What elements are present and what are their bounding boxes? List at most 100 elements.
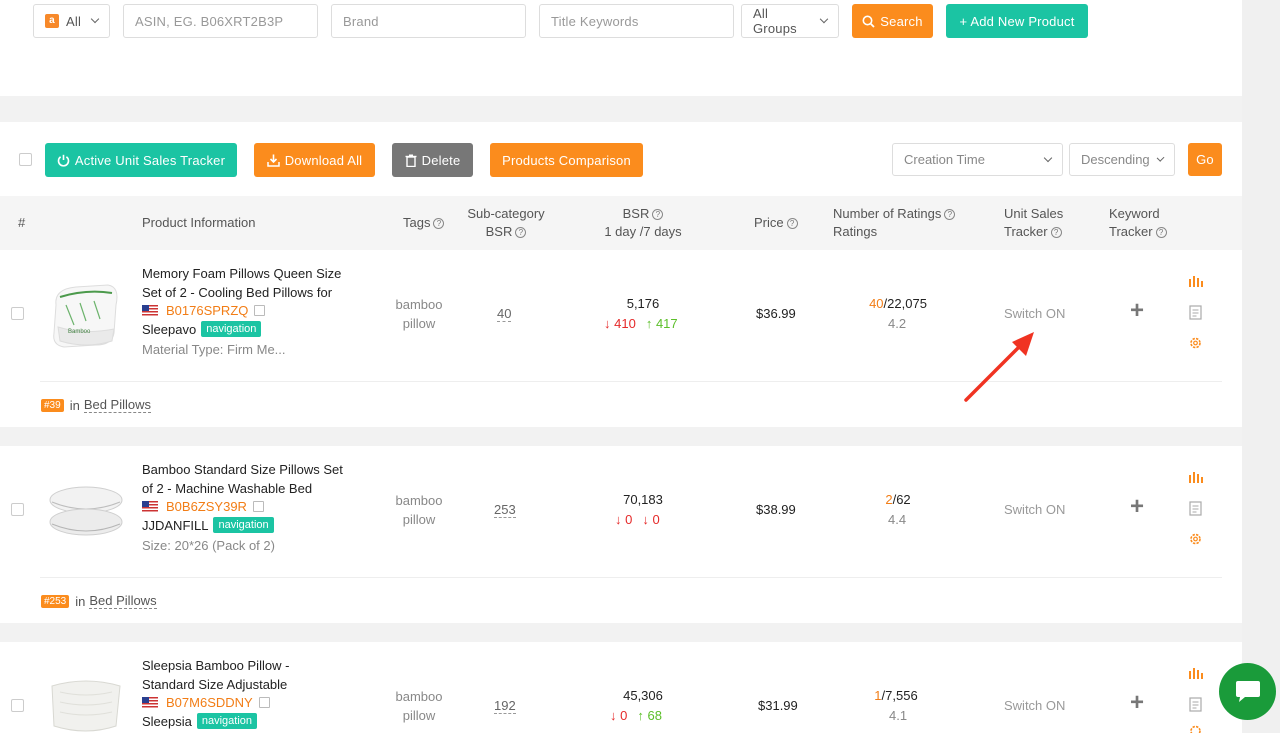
notes-icon[interactable] xyxy=(1189,501,1202,516)
add-new-product-button[interactable]: + Add New Product xyxy=(946,4,1088,38)
annotation-arrow-icon xyxy=(964,332,1034,402)
unit-sales-tracker-switch[interactable]: Switch ON xyxy=(1004,502,1065,517)
notes-icon[interactable] xyxy=(1189,697,1202,712)
product-tags[interactable]: bamboo pillow xyxy=(389,687,449,725)
search-button[interactable]: Search xyxy=(852,4,933,38)
sort-order-select[interactable]: Descending xyxy=(1069,143,1175,176)
category-link[interactable]: Bed Pillows xyxy=(83,397,152,413)
chart-icon[interactable] xyxy=(1189,276,1203,287)
product-image[interactable] xyxy=(46,472,124,550)
total-ratings: /7,556 xyxy=(881,688,918,703)
add-keyword-tracker-icon[interactable]: + xyxy=(1130,495,1144,519)
search-button-label: Search xyxy=(880,13,923,29)
ratings-count: 2/62 xyxy=(858,492,938,507)
help-icon[interactable]: ? xyxy=(652,209,664,220)
row-checkbox[interactable] xyxy=(11,307,24,320)
products-comparison-button[interactable]: Products Comparison xyxy=(490,143,643,177)
search-icon xyxy=(862,15,875,28)
row-checkbox[interactable] xyxy=(11,699,24,712)
row-checkbox[interactable] xyxy=(11,503,24,516)
external-link-icon[interactable] xyxy=(258,697,270,708)
groups-select[interactable]: All Groups xyxy=(741,4,839,38)
help-icon[interactable]: ? xyxy=(1155,227,1167,238)
asin-link[interactable]: B07M6SDDNY xyxy=(166,695,253,710)
chevron-down-icon xyxy=(819,14,829,24)
total-ratings: /22,075 xyxy=(883,296,927,311)
product-title-line-1: Sleepsia Bamboo Pillow - xyxy=(142,658,290,673)
asin-link[interactable]: B0B6ZSY39R xyxy=(166,499,247,514)
asin-placeholder: ASIN, EG. B06XRT2B3P xyxy=(135,13,284,29)
delete-button[interactable]: Delete xyxy=(392,143,473,177)
add-keyword-tracker-icon[interactable]: + xyxy=(1130,299,1144,323)
groups-value: All Groups xyxy=(753,6,797,36)
bsr-changes: ↓ 0 ↑ 68 xyxy=(610,708,662,723)
product-tags[interactable]: bamboo pillow xyxy=(389,295,449,333)
brand-name: Sleepsia xyxy=(142,713,192,729)
subcategory-bsr[interactable]: 253 xyxy=(494,502,516,518)
bsr-day-value: 410 xyxy=(614,316,636,331)
product-title-line-1: Memory Foam Pillows Queen Size xyxy=(142,266,342,281)
product-title[interactable]: Sleepsia Bamboo Pillow - Standard Size A… xyxy=(142,656,357,694)
external-link-icon[interactable] xyxy=(252,501,264,512)
product-asin: B0B6ZSY39R xyxy=(142,499,264,514)
brand-input[interactable]: Brand xyxy=(331,4,526,38)
help-icon[interactable]: ? xyxy=(515,227,527,238)
bsr-value: 45,306 xyxy=(623,688,663,703)
header-ratings-label: Ratings xyxy=(833,224,878,239)
brand-name: Sleepavo xyxy=(142,321,197,337)
bsr-day-change: ↓ 410 xyxy=(604,316,636,331)
help-icon[interactable]: ? xyxy=(944,209,956,220)
brand-navigation-tag[interactable]: navigation xyxy=(201,321,262,337)
header-product-information: Product Information xyxy=(142,215,256,230)
product-title[interactable]: Bamboo Standard Size Pillows Set of 2 - … xyxy=(142,460,357,498)
product-tags[interactable]: bamboo pillow xyxy=(389,491,449,529)
product-tag-line-2: pillow xyxy=(402,316,436,331)
select-all-checkbox[interactable] xyxy=(19,153,32,166)
chart-icon[interactable] xyxy=(1189,472,1203,483)
products-comparison-label: Products Comparison xyxy=(502,152,631,168)
active-unit-sales-tracker-button[interactable]: Active Unit Sales Tracker xyxy=(45,143,237,177)
download-all-button[interactable]: Download All xyxy=(254,143,375,177)
brand-navigation-tag[interactable]: navigation xyxy=(213,517,274,533)
header-bsr-label: BSR xyxy=(622,206,650,221)
chart-icon[interactable] xyxy=(1189,668,1203,679)
product-title[interactable]: Memory Foam Pillows Queen Size Set of 2 … xyxy=(142,264,357,302)
product-image[interactable] xyxy=(46,668,124,733)
subcategory-bsr[interactable]: 192 xyxy=(494,698,516,714)
header-price: Price? xyxy=(754,214,798,232)
header-keyword-label: Keyword xyxy=(1109,206,1160,221)
header-keyword-tracker-label: Tracker xyxy=(1109,224,1153,239)
help-icon[interactable]: ? xyxy=(1050,227,1062,238)
marketplace-select[interactable]: a All xyxy=(33,4,110,38)
unit-sales-tracker-switch[interactable]: Switch ON xyxy=(1004,306,1065,321)
title-keywords-input[interactable]: Title Keywords xyxy=(539,4,734,38)
add-new-product-label: + Add New Product xyxy=(959,13,1075,29)
product-image[interactable]: Bamboo xyxy=(46,275,124,353)
brand-name: JJDANFILL xyxy=(142,517,209,533)
asin-link[interactable]: B0176SPRZQ xyxy=(166,303,248,318)
subcategory-bsr[interactable]: 40 xyxy=(497,306,512,322)
add-keyword-tracker-icon[interactable]: + xyxy=(1130,691,1144,715)
product-tag-line-1: bamboo xyxy=(395,297,443,312)
settings-gear-icon[interactable] xyxy=(1190,337,1201,349)
notes-icon[interactable] xyxy=(1189,305,1202,320)
bsr-day-change: ↓ 0 xyxy=(615,512,633,527)
download-all-label: Download All xyxy=(284,152,363,168)
header-subcategory-bsr-label: BSR xyxy=(485,224,513,239)
chat-widget-button[interactable] xyxy=(1219,663,1276,720)
asin-input[interactable]: ASIN, EG. B06XRT2B3P xyxy=(123,4,318,38)
category-link[interactable]: Bed Pillows xyxy=(89,593,157,609)
brand-navigation-tag[interactable]: navigation xyxy=(196,713,258,729)
product-tag-line-2: pillow xyxy=(402,512,436,527)
settings-gear-icon[interactable] xyxy=(1190,725,1201,733)
external-link-icon[interactable] xyxy=(254,305,266,316)
unit-sales-tracker-switch[interactable]: Switch ON xyxy=(1004,698,1065,713)
help-icon[interactable]: ? xyxy=(786,218,798,229)
row-actions xyxy=(1189,668,1203,733)
sort-order-value: Descending xyxy=(1081,152,1150,167)
chat-bubble-icon xyxy=(1235,680,1260,702)
sort-field-select[interactable]: Creation Time xyxy=(892,143,1063,176)
go-button[interactable]: Go xyxy=(1188,143,1222,176)
help-icon[interactable]: ? xyxy=(433,218,445,229)
settings-gear-icon[interactable] xyxy=(1190,533,1201,545)
